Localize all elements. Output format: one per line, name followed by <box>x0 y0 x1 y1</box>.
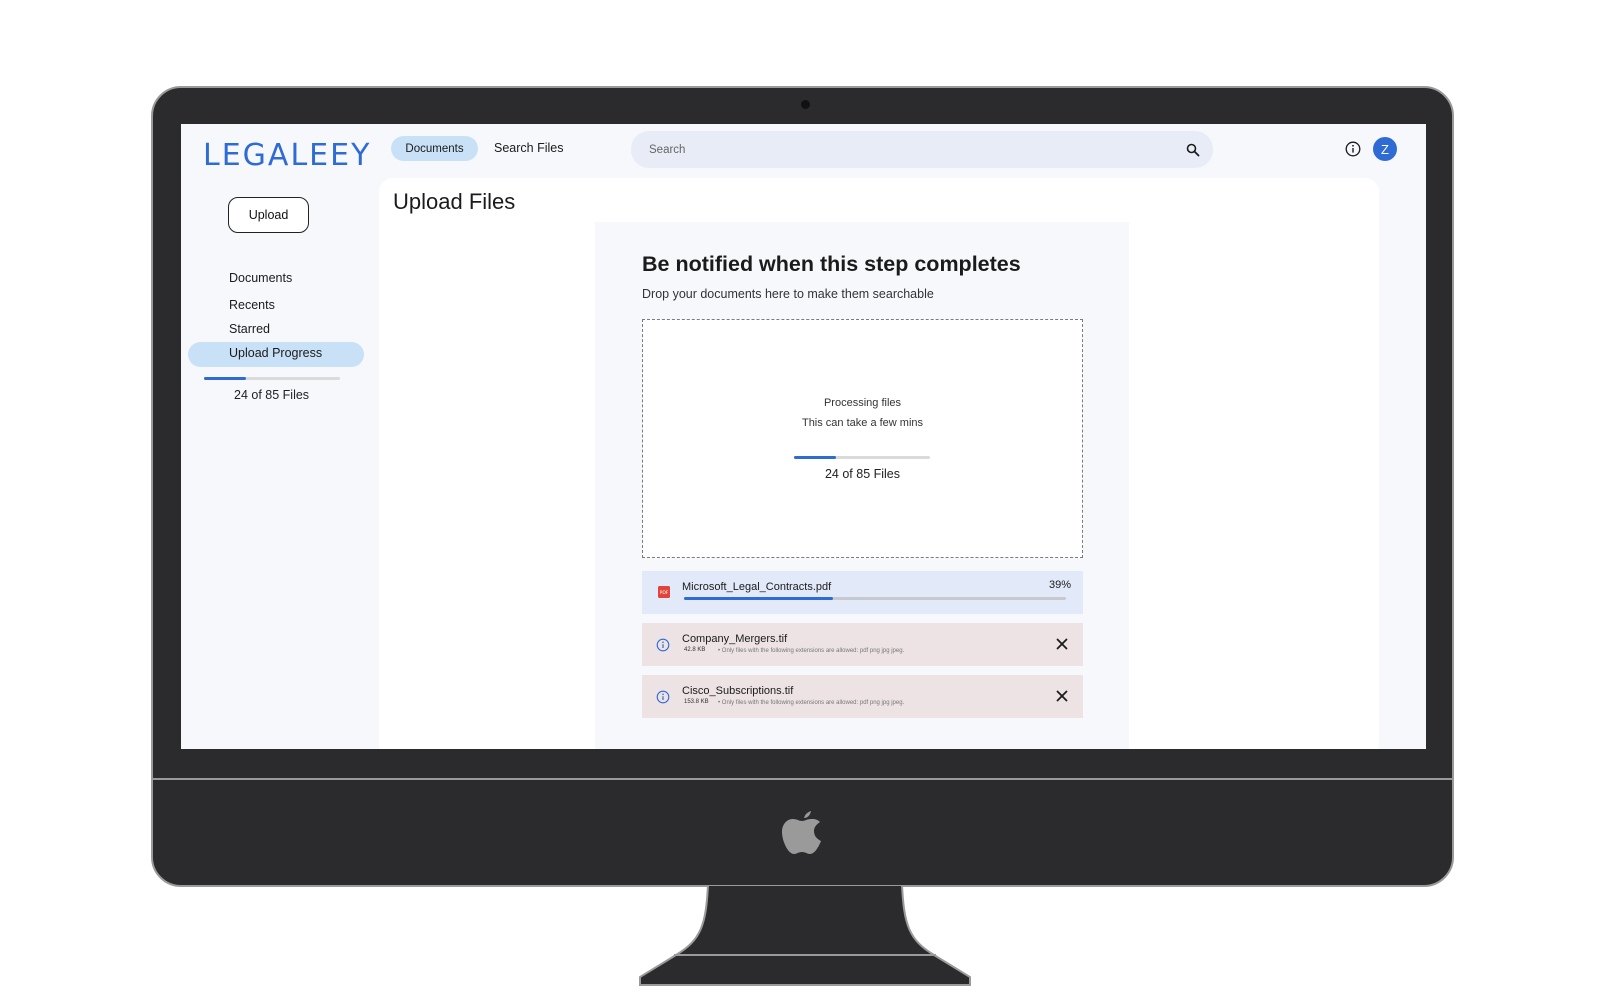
main-panel: Upload Files Be notified when this step … <box>379 178 1379 749</box>
file-error-note: • Only files with the following extensio… <box>718 700 905 706</box>
dropzone-note: This can take a few mins <box>801 417 924 429</box>
upload-card: Be notified when this step completes Dro… <box>595 222 1129 749</box>
file-size: 153.8 KB <box>684 699 709 705</box>
app-screen: LEGALEEY Upload Documents Recents Starre… <box>181 124 1426 749</box>
sidebar-item-starred[interactable]: Starred <box>229 322 270 336</box>
dropzone-progress-bar <box>794 456 930 459</box>
page-title: Upload Files <box>393 189 516 214</box>
search-bar <box>631 131 1213 168</box>
info-icon <box>656 638 670 652</box>
card-heading: Be notified when this step completes <box>642 252 1021 276</box>
file-row-uploading: PDF Microsoft_Legal_Contracts.pdf 39% <box>642 571 1083 614</box>
search-icon[interactable] <box>1186 143 1200 157</box>
avatar[interactable]: Z <box>1373 137 1397 161</box>
file-size: 42.8 KB <box>684 647 706 653</box>
dropzone-progress-count: 24 of 85 Files <box>824 467 901 481</box>
search-input[interactable] <box>649 141 1149 159</box>
file-name: Microsoft_Legal_Contracts.pdf <box>682 581 832 593</box>
file-row-error: Company_Mergers.tif 42.8 KB • Only files… <box>642 623 1083 666</box>
pdf-icon: PDF <box>658 586 670 598</box>
info-icon[interactable] <box>1345 141 1361 157</box>
sidebar-progress-count: 24 of 85 Files <box>234 388 310 402</box>
info-icon <box>656 690 670 704</box>
card-subtitle: Drop your documents here to make them se… <box>642 287 934 301</box>
file-dropzone[interactable]: Processing files This can take a few min… <box>642 319 1083 558</box>
svg-text:PDF: PDF <box>660 590 669 596</box>
tab-documents[interactable]: Documents <box>391 136 478 161</box>
file-error-text: Only files with the following extensions… <box>721 700 905 706</box>
file-progress-bar <box>684 597 1066 600</box>
sidebar-progress-bar <box>204 377 340 380</box>
sidebar-progress-fill <box>204 377 247 380</box>
camera-dot <box>801 100 810 109</box>
file-progress-percent: 39% <box>1048 579 1071 591</box>
app-logo[interactable]: LEGALEEY <box>203 138 371 173</box>
monitor-stand <box>639 885 971 986</box>
tab-search-files[interactable]: Search Files <box>494 141 563 155</box>
file-error-note: • Only files with the following extensio… <box>718 648 905 654</box>
sidebar-item-recents[interactable]: Recents <box>229 298 275 312</box>
file-name: Cisco_Subscriptions.tif <box>682 685 794 697</box>
file-error-text: Only files with the following extensions… <box>721 648 905 654</box>
close-icon[interactable] <box>1055 637 1069 651</box>
dropzone-status: Processing files <box>823 397 902 409</box>
apple-logo-icon <box>782 811 821 854</box>
file-name: Company_Mergers.tif <box>682 633 788 645</box>
sidebar-item-upload-progress[interactable]: Upload Progress <box>229 346 322 360</box>
upload-button[interactable]: Upload <box>228 197 309 233</box>
file-row-error: Cisco_Subscriptions.tif 153.8 KB • Only … <box>642 675 1083 718</box>
close-icon[interactable] <box>1055 689 1069 703</box>
dropzone-progress-fill <box>794 456 837 459</box>
monitor-chin-divider <box>151 778 1454 780</box>
file-progress-fill <box>684 597 833 600</box>
sidebar-item-documents[interactable]: Documents <box>229 271 292 285</box>
